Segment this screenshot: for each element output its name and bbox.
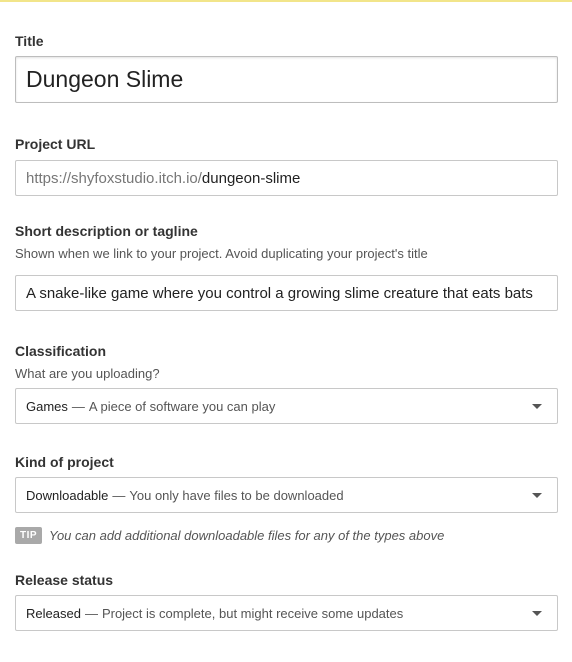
release-status-label: Release status [15,572,114,588]
tagline-help: Shown when we link to your project. Avoi… [15,246,428,261]
chevron-down-icon [532,404,542,409]
kind-label: Kind of project [15,454,114,470]
tagline-input[interactable]: A snake-like game where you control a gr… [15,275,558,311]
title-input-value: Dungeon Slime [26,66,184,92]
classification-selected-desc: A piece of software you can play [88,398,276,414]
project-url-input[interactable]: https://shyfoxstudio.itch.io/dungeon-sli… [15,160,558,196]
kind-select[interactable]: Downloadable — You only have files to be… [15,477,558,513]
tip-text: You can add additional downloadable file… [49,528,445,543]
classification-selected-main: Games [26,398,68,414]
url-prefix: https://shyfoxstudio.itch.io/ [26,169,202,187]
tagline-input-value: A snake-like game where you control a gr… [26,284,533,302]
classification-dash: — [71,398,85,414]
chevron-down-icon [532,611,542,616]
release-status-select[interactable]: Released — Project is complete, but migh… [15,595,558,631]
classification-label: Classification [15,343,107,359]
kind-selected-desc: You only have files to be downloaded [129,487,344,503]
chevron-down-icon [532,493,542,498]
project-url-label: Project URL [15,136,96,152]
title-label: Title [15,33,44,49]
tagline-label: Short description or tagline [15,223,198,239]
top-accent-bar [0,0,572,2]
kind-dash: — [112,487,126,503]
kind-selected-main: Downloadable [26,487,109,503]
tip-badge: TIP [15,527,43,544]
release-dash: — [84,605,98,621]
classification-select[interactable]: Games — A piece of software you can play [15,388,558,424]
release-selected-desc: Project is complete, but might receive s… [101,605,404,621]
title-input[interactable]: Dungeon Slime [15,56,558,103]
classification-help: What are you uploading? [15,366,160,381]
url-slug: dungeon-slime [201,169,301,187]
release-selected-main: Released [26,605,81,621]
